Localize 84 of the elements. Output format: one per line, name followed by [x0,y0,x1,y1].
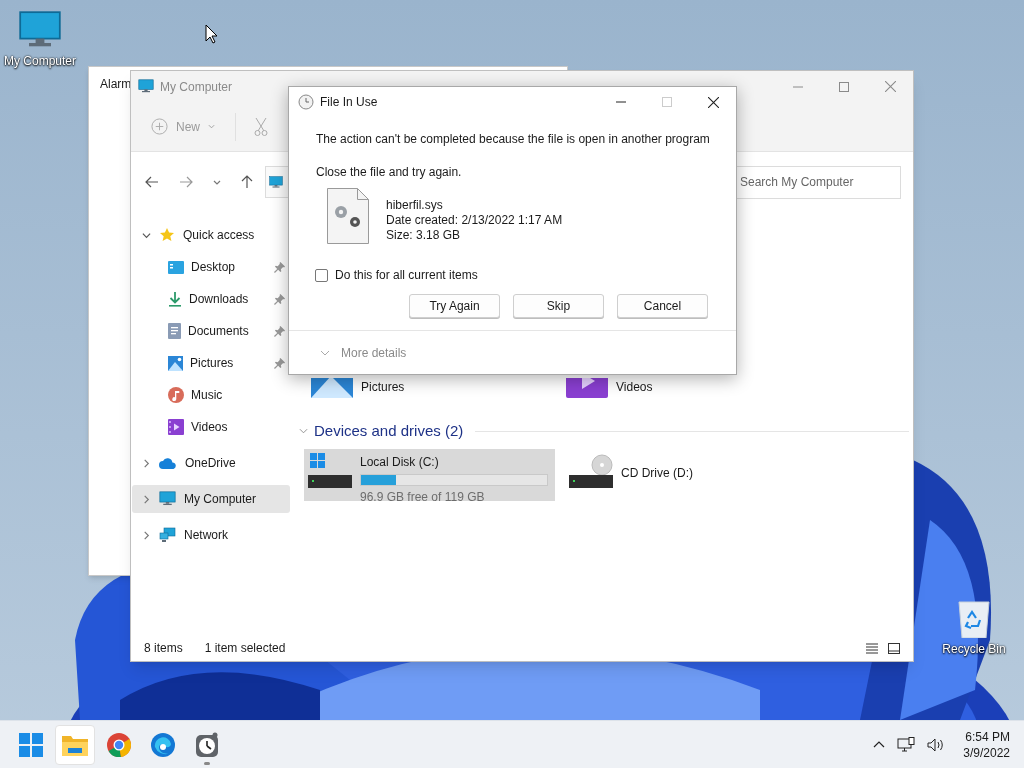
sidebar-item[interactable]: Documents [131,317,291,345]
section-header: Devices and drives (2) [314,421,464,441]
folder-icon [62,733,88,756]
pin-icon[interactable] [274,293,285,305]
network-icon[interactable] [897,736,916,753]
sidebar-item[interactable]: Desktop [131,253,291,281]
dialog-title: File In Use [320,94,378,111]
cd-drive-icon [569,452,613,489]
file-created-date: Date created: 2/13/2022 1:17 AM [386,213,563,228]
desktop-icon [168,260,184,274]
sidebar-item[interactable]: Quick access [132,221,290,249]
sidebar-item[interactable]: Network [132,521,290,549]
browser-icon [107,732,131,757]
dropdown-caret-icon[interactable] [213,179,221,185]
pin-icon[interactable] [274,325,285,337]
pin-icon[interactable] [274,357,285,369]
selection-count: 1 item selected [204,640,286,657]
file-size: Size: 3.18 GB [386,228,462,243]
document-icon [168,323,181,339]
mouse-pointer-icon [205,24,218,44]
expand-chevron-icon[interactable] [142,458,151,468]
sidebar-item[interactable]: Pictures [131,349,291,377]
monitor-icon [269,175,283,189]
clock-icon [298,94,314,110]
up-arrow-icon[interactable] [241,175,253,189]
folder-label[interactable]: Videos [616,378,653,396]
dialog-button[interactable]: Try Again [409,294,500,318]
drive-tile[interactable]: Local Disk (C:) 96.9 GB free of 119 GB [304,448,555,501]
monitor-icon [138,79,154,94]
details-view-icon[interactable] [866,642,878,654]
plus-icon [151,118,168,135]
download-icon [168,291,182,307]
sidebar-item[interactable]: Videos [131,413,291,441]
close-icon[interactable] [707,96,719,108]
network-icon [159,527,176,543]
chevron-up-icon[interactable] [873,741,886,748]
music-icon [168,387,184,403]
dialog-button[interactable]: Skip [513,294,604,318]
back-arrow-icon[interactable] [145,176,159,188]
browser-wave-icon [151,732,175,757]
tiles-view-icon[interactable] [888,642,900,654]
caret-icon [208,124,215,129]
window-title: My Computer [160,78,233,96]
video-icon [566,378,608,398]
checkbox-label[interactable]: Do this for all current items [335,266,478,284]
forward-arrow-icon[interactable] [179,176,193,188]
drive-label: CD Drive (D:) [621,464,693,482]
collapse-chevron-icon[interactable] [142,230,151,240]
window-title: Alarm [100,76,132,93]
sidebar-item[interactable]: Music [131,381,291,409]
desktop-icon-label[interactable]: Recycle Bin [942,640,1006,658]
checkbox[interactable] [315,268,328,282]
sidebar-item[interactable]: My Computer [132,485,290,513]
hint-text: Close the file and try again. [316,164,463,181]
system-file-icon [327,188,369,244]
more-details-link[interactable]: More details [341,343,407,362]
windows-logo-icon [19,732,43,757]
expand-chevron-icon[interactable] [142,494,151,504]
expand-chevron-icon[interactable] [142,530,151,540]
monitor-icon [159,491,176,507]
cut-icon[interactable] [254,117,268,136]
expand-chevron-icon[interactable] [320,349,330,356]
item-count: 8 items [144,640,183,657]
pin-icon[interactable] [274,261,285,273]
image-icon [168,355,183,371]
drive-label: Local Disk (C:) [360,453,440,471]
image-icon [311,378,353,398]
sidebar-item[interactable]: Downloads [131,285,291,313]
maximize-icon[interactable] [839,81,849,92]
hard-drive-icon [308,452,352,489]
alarm-clock-icon [195,731,219,758]
dialog-button[interactable]: Cancel [617,294,708,318]
folder-label[interactable]: Pictures [361,378,405,396]
file-name: hiberfil.sys [386,198,444,213]
volume-icon[interactable] [927,737,946,752]
star-icon [159,227,175,243]
recycle-bin-icon[interactable] [956,598,992,638]
drive-tile[interactable]: CD Drive (D:) [565,448,816,501]
clock[interactable]: 6:54 PM 3/9/2022 [963,728,1010,761]
video-icon [168,419,184,435]
error-message: The action can't be completed because the file is open in another program [316,131,709,148]
cloud-icon [159,457,177,469]
taskbar-button[interactable] [55,724,95,765]
sidebar-item[interactable]: OneDrive [132,449,290,477]
